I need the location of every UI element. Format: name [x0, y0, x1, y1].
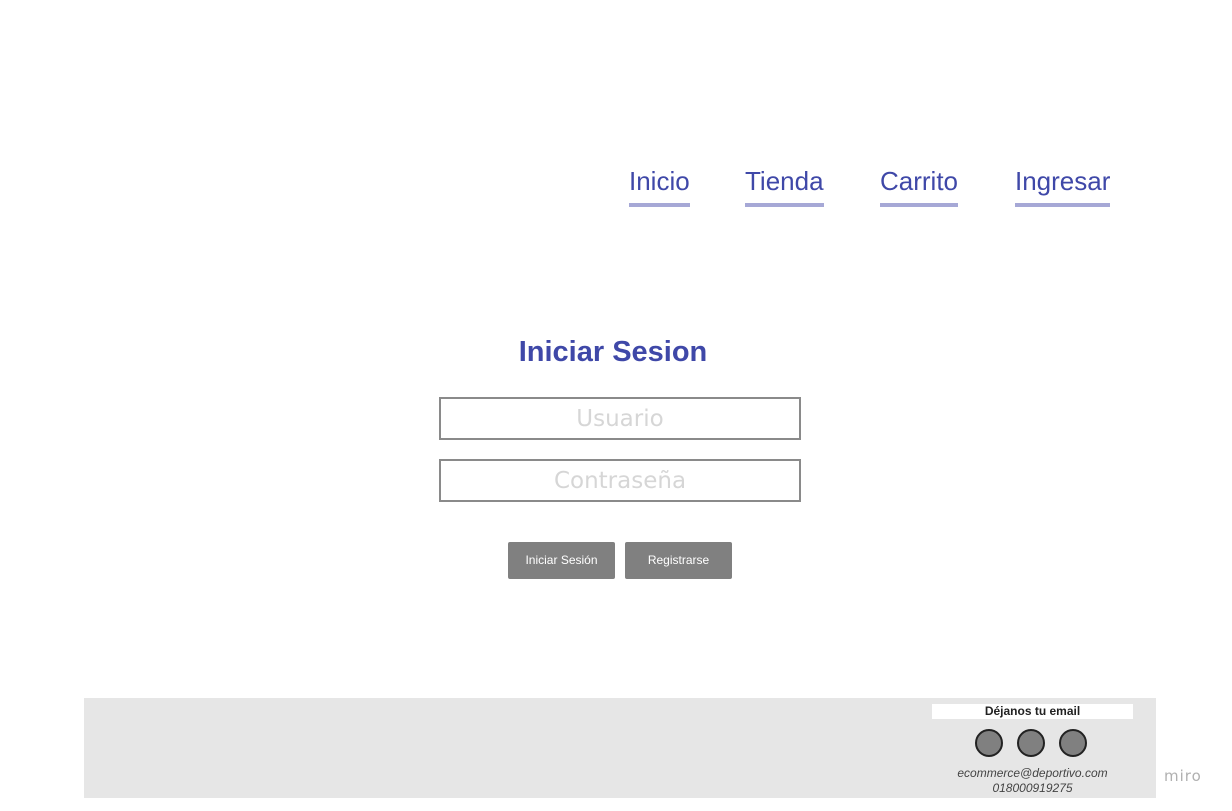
nav-link-tienda[interactable]: Tienda [745, 166, 824, 207]
social-icon[interactable] [975, 729, 1003, 757]
social-icon[interactable] [1017, 729, 1045, 757]
footer: Déjanos tu email ecommerce@deportivo.com… [84, 698, 1156, 798]
login-button[interactable]: Iniciar Sesión [508, 542, 615, 579]
nav-link-carrito[interactable]: Carrito [880, 166, 959, 207]
register-button[interactable]: Registrarse [625, 542, 732, 579]
page: Inicio Tienda Carrito Ingresar Iniciar S… [0, 0, 1232, 811]
social-icon[interactable] [1059, 729, 1087, 757]
username-input[interactable] [439, 397, 801, 440]
contact-email: ecommerce@deportivo.com [957, 766, 1108, 780]
login-title: Iniciar Sesion [518, 336, 708, 368]
password-input[interactable] [439, 459, 801, 502]
email-signup-label[interactable]: Déjanos tu email [932, 704, 1133, 719]
miro-watermark: miro [1164, 767, 1202, 785]
nav-link-ingresar[interactable]: Ingresar [1015, 166, 1111, 207]
contact-phone: 018000919275 [992, 781, 1073, 795]
nav-link-inicio[interactable]: Inicio [629, 166, 690, 207]
